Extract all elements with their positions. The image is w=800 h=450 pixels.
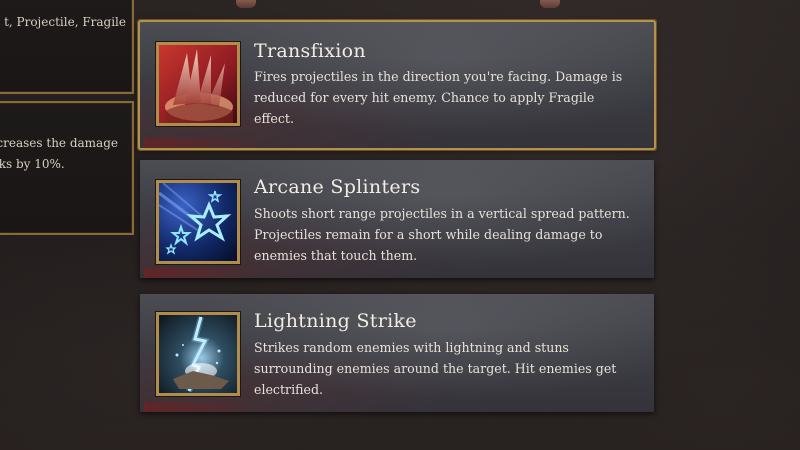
side-panel-description-text: increases the damage acks by 10%. bbox=[0, 133, 118, 175]
side-panel-tags-text: t, Projectile, Fragile bbox=[4, 15, 126, 29]
skill-description: Fires projectiles in the direction you'r… bbox=[254, 69, 623, 126]
side-info-panel-tags: t, Projectile, Fragile bbox=[0, 0, 134, 94]
skill-description: Strikes random enemies with lightning an… bbox=[254, 340, 617, 397]
skill-card-transfixion[interactable]: Transfixion Fires projectiles in the dir… bbox=[138, 20, 656, 150]
skill-title: Lightning Strike bbox=[254, 310, 417, 332]
skill-title: Transfixion bbox=[254, 40, 366, 62]
skill-selection-screen: t, Projectile, Fragile increases the dam… bbox=[0, 0, 800, 450]
skill-card-arcane-splinters[interactable]: Arcane Splinters Shoots short range proj… bbox=[140, 160, 654, 278]
lightning-strike-icon bbox=[156, 312, 240, 396]
skill-card-lightning-strike[interactable]: Lightning Strike Strikes random enemies … bbox=[140, 294, 654, 412]
side-info-panel-description: increases the damage acks by 10%. bbox=[0, 101, 134, 235]
side-panel-line: increases the damage bbox=[0, 136, 118, 150]
transfixion-icon bbox=[156, 42, 240, 126]
side-panel-line: acks by 10%. bbox=[0, 157, 65, 171]
arcane-splinters-icon bbox=[156, 180, 240, 264]
skill-description: Shoots short range projectiles in a vert… bbox=[254, 206, 630, 263]
ornament-right bbox=[540, 0, 560, 8]
ornament-left bbox=[236, 0, 256, 8]
skill-title: Arcane Splinters bbox=[254, 176, 421, 198]
